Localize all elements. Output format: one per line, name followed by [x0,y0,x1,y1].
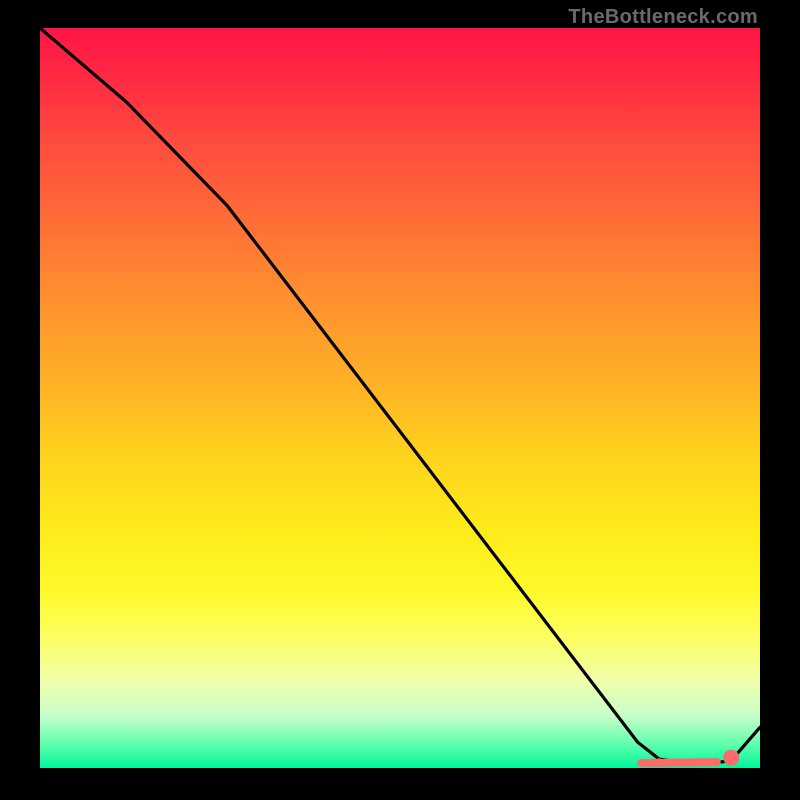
chart-frame: TheBottleneck.com [0,0,800,800]
marker-big-dot [724,750,739,765]
chart-line [40,28,760,764]
watermark: TheBottleneck.com [568,6,758,29]
chart-overlay [40,28,760,768]
